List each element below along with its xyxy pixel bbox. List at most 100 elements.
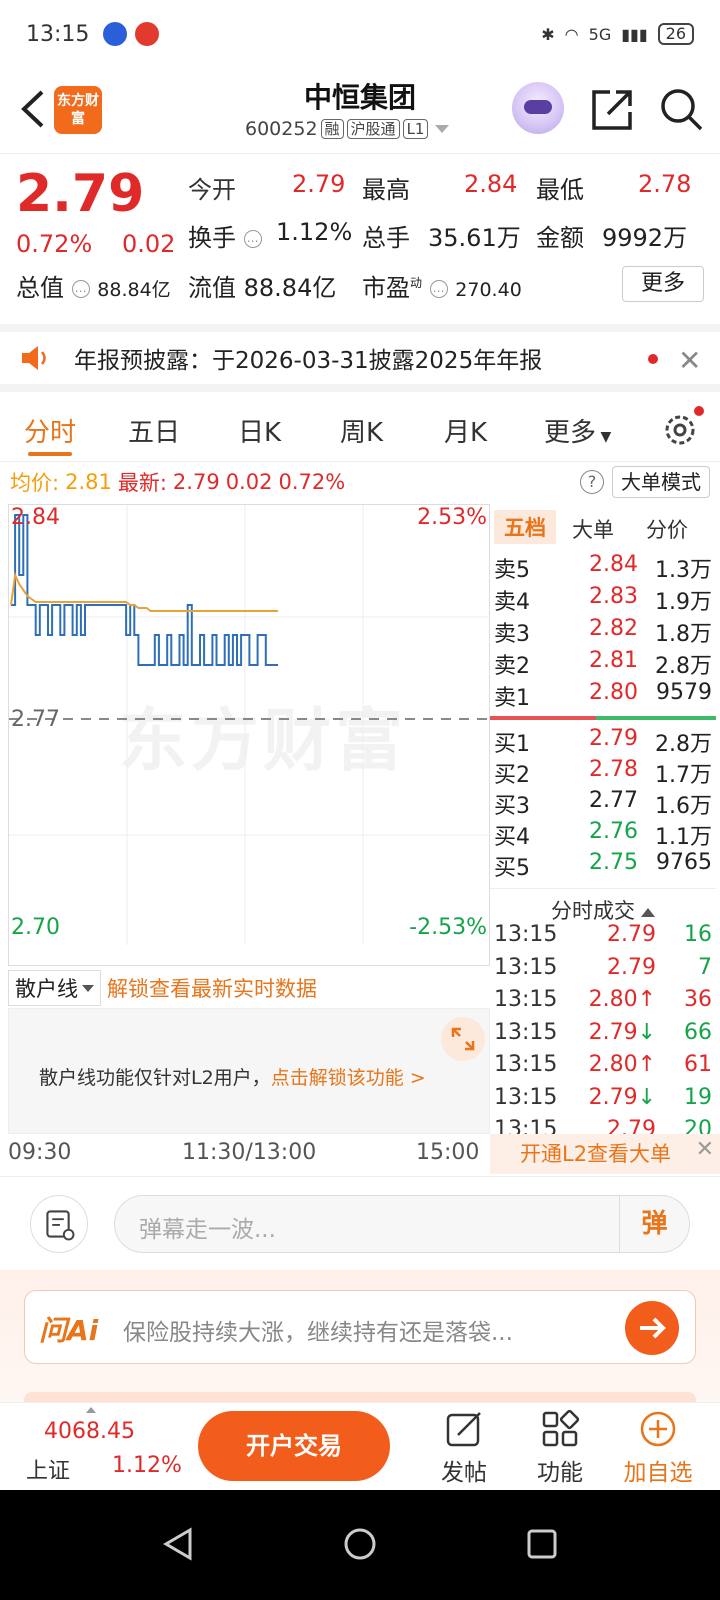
l2-banner-text: 开通L2查看大单 <box>520 1142 672 1166</box>
trade-price: 2.80 <box>588 1052 638 1077</box>
ask-volume: 1.3万 <box>655 558 712 583</box>
close-icon[interactable]: ✕ <box>696 1130 714 1170</box>
ask-level-label: 卖4 <box>494 590 530 615</box>
intraday-chart[interactable]: 东方财富 2.84 2.53% 2.77 2.70 -2.53% <box>8 504 491 966</box>
bid-price: 2.75 <box>589 850 638 875</box>
latest-pct: 0.72% <box>278 470 346 494</box>
ask-volume: 1.9万 <box>655 590 712 615</box>
bid-price: 2.78 <box>589 757 638 782</box>
search-icon[interactable] <box>658 86 704 132</box>
chevron-down-icon[interactable] <box>435 125 450 133</box>
comment-input[interactable]: 弹幕走一波... 弹 <box>114 1195 690 1253</box>
ask-price: 2.80 <box>589 680 638 705</box>
ai-assistant-icon[interactable] <box>512 82 564 134</box>
trade-price-cell: 2.79 <box>607 922 656 947</box>
add-watchlist-button[interactable]: 加自选 <box>618 1409 698 1487</box>
tab-intraday[interactable]: 分时 <box>24 412 76 449</box>
ask-row: 卖5 2.84 1.3万 <box>490 552 716 584</box>
ask-volume: 2.8万 <box>655 654 712 679</box>
pe-field[interactable]: 市盈动 … 270.40 <box>362 268 522 303</box>
signal-icon: ▮▮▮ <box>621 24 648 44</box>
tab-price-dist[interactable]: 分价 <box>646 514 688 544</box>
tab-daily-k[interactable]: 日K <box>238 412 281 449</box>
bid-level-label: 买3 <box>494 794 530 819</box>
trade-price-cell: 2.79↓ <box>589 1020 656 1045</box>
bid-level-label: 买2 <box>494 763 530 788</box>
trade-price-cell: 2.80↑ <box>589 987 656 1012</box>
unlock-link[interactable]: 解锁查看最新实时数据 <box>107 973 317 1003</box>
retail-unlock-link[interactable]: 点击解锁该功能 > <box>271 1067 426 1089</box>
trade-time: 13:15 <box>494 1052 558 1077</box>
ask-price: 2.83 <box>589 584 638 609</box>
ai-question-box[interactable]: 问Ai 保险股持续大涨，继续持有还是落袋... <box>24 1290 696 1364</box>
expand-icon[interactable] <box>441 1017 485 1061</box>
bid-level-label: 买1 <box>494 732 530 757</box>
info-icon[interactable]: … <box>243 230 262 248</box>
trade-direction-icon: ↑ <box>637 987 656 1012</box>
average-line <box>10 571 279 612</box>
trade-price: 2.79 <box>588 1019 638 1045</box>
close-icon[interactable]: ✕ <box>678 344 701 377</box>
bid-level-label: 买5 <box>494 856 530 881</box>
comment-settings-icon[interactable] <box>30 1195 88 1253</box>
tab-five-day[interactable]: 五日 <box>128 412 180 449</box>
nav-back-icon[interactable] <box>160 1526 196 1562</box>
ask-price: 2.82 <box>589 616 638 641</box>
functions-label: 功能 <box>537 1460 583 1486</box>
open-account-trade-button[interactable]: 开户交易 <box>198 1411 390 1481</box>
bid-row: 买3 2.77 1.6万 <box>490 788 716 820</box>
help-icon[interactable]: ? <box>580 470 604 494</box>
indicator-select[interactable]: 散户线 <box>8 970 101 1006</box>
l2-upgrade-banner[interactable]: 开通L2查看大单 ✕ <box>490 1134 720 1174</box>
index-value[interactable]: 4068.45 <box>44 1419 135 1444</box>
bid-row: 买2 2.78 1.7万 <box>490 757 716 789</box>
tab-weekly-k[interactable]: 周K <box>340 412 383 449</box>
bid-volume: 1.1万 <box>655 825 712 850</box>
nav-home-icon[interactable] <box>342 1526 378 1562</box>
functions-button[interactable]: 功能 <box>520 1409 600 1487</box>
open-label: 今开 <box>188 176 236 204</box>
bid-row: 买5 2.75 9765 <box>490 850 716 882</box>
tab-five-levels[interactable]: 五档 <box>494 510 556 544</box>
index-pct[interactable]: 1.12% <box>112 1453 182 1478</box>
ai-ask-panel: 问Ai 保险股持续大涨，继续持有还是落袋... <box>0 1270 720 1406</box>
notice-bar[interactable]: 年报预披露：于2026-03-31披露2025年年报 ✕ <box>0 324 720 392</box>
trade-row: 13:15 2.79↓ 66 <box>490 1020 716 1052</box>
mktcap-field[interactable]: 总值 … 88.84亿 <box>16 268 171 303</box>
share-icon[interactable] <box>590 88 634 132</box>
wifi-icon: ◠ <box>564 24 579 44</box>
gear-icon[interactable] <box>660 410 700 450</box>
notice-text: 年报预披露：于2026-03-31披露2025年年报 <box>74 348 543 374</box>
tab-more[interactable]: 更多 ▼ <box>544 412 611 449</box>
pe-sup: 动 <box>410 276 423 290</box>
time-mid: 11:30/13:00 <box>182 1140 317 1165</box>
bid-volume: 1.6万 <box>655 794 712 819</box>
order-book-tabs: 五档 大单 分价 <box>490 504 720 550</box>
trades-title[interactable]: 分时成交 <box>490 888 716 925</box>
bid-row: 买1 2.79 2.8万 <box>490 726 716 758</box>
app-notification-icon-2 <box>135 22 160 46</box>
arrow-right-icon[interactable] <box>625 1301 679 1355</box>
status-bar: 13:15 ✱ ◠ 5G ▮▮▮ 26 <box>0 0 720 68</box>
trade-price-cell: 2.80↑ <box>589 1052 656 1077</box>
more-button[interactable]: 更多 <box>622 266 704 302</box>
latest-value: 2.79 <box>172 470 220 494</box>
float-field: 流值 88.84亿 <box>188 268 336 303</box>
post-button[interactable]: 发帖 <box>424 1409 504 1487</box>
big-order-mode-button[interactable]: 大单模式 <box>612 466 710 498</box>
info-icon[interactable]: … <box>429 280 448 298</box>
retail-panel-message: 散户线功能仅针对L2用户， <box>39 1067 271 1089</box>
turnover-field[interactable]: 换手 … <box>188 218 262 253</box>
info-icon[interactable]: … <box>71 280 90 298</box>
bid-price: 2.79 <box>589 726 638 751</box>
nav-recents-icon[interactable] <box>524 1526 560 1562</box>
bid-volume: 2.8万 <box>655 732 712 757</box>
mktcap-label: 总值 <box>16 274 64 302</box>
avg-value: 2.81 <box>65 470 112 494</box>
tab-big-orders[interactable]: 大单 <box>572 514 614 544</box>
unread-dot <box>648 354 658 364</box>
comment-send-button[interactable]: 弹 <box>619 1196 689 1252</box>
index-name[interactable]: 上证 <box>26 1453 70 1485</box>
stock-header: 东方财富 中恒集团 600252 融 沪股通 L1 <box>0 68 720 154</box>
tab-monthly-k[interactable]: 月K <box>444 412 487 449</box>
